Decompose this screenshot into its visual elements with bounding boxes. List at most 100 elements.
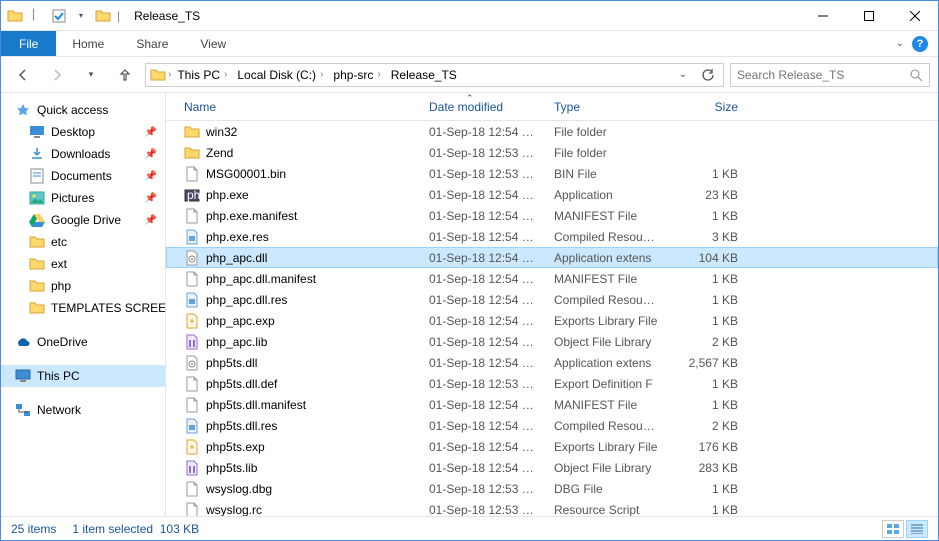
- gdrive-icon: [29, 212, 45, 228]
- file-name: php.exe.manifest: [206, 209, 297, 223]
- file-row[interactable]: php_apc.lib01-Sep-18 12:54 PMObject File…: [166, 331, 938, 352]
- column-name[interactable]: Name: [176, 100, 421, 114]
- sidebar-item-label: etc: [51, 235, 67, 249]
- file-date: 01-Sep-18 12:53 PM: [421, 482, 546, 496]
- network-icon: [15, 402, 31, 418]
- pictures-icon: [29, 190, 45, 206]
- file-icon: [184, 208, 200, 224]
- search-input[interactable]: [737, 68, 903, 82]
- sidebar-item-pictures[interactable]: Pictures📌: [1, 187, 165, 209]
- sidebar-item-downloads[interactable]: Downloads📌: [1, 143, 165, 165]
- file-date: 01-Sep-18 12:54 PM: [421, 230, 546, 244]
- forward-button[interactable]: [43, 61, 71, 89]
- column-date[interactable]: Date modified: [421, 100, 546, 114]
- maximize-button[interactable]: [846, 1, 892, 31]
- file-date: 01-Sep-18 12:54 PM: [421, 461, 546, 475]
- sidebar-item-google-drive[interactable]: Google Drive📌: [1, 209, 165, 231]
- sidebar-item-etc[interactable]: etc: [1, 231, 165, 253]
- sidebar-item-label: Pictures: [51, 191, 94, 205]
- file-type: DBG File: [546, 482, 666, 496]
- search-icon[interactable]: [909, 68, 923, 82]
- sidebar-onedrive[interactable]: OneDrive: [1, 331, 165, 353]
- navbar: ▾ › This PC› Local Disk (C:)› php-src› R…: [1, 57, 938, 93]
- breadcrumb-item[interactable]: Release_TS: [387, 64, 461, 86]
- ribbon-expand-icon[interactable]: ⌄: [896, 38, 904, 49]
- help-icon[interactable]: ?: [912, 36, 928, 52]
- file-row[interactable]: php_apc.exp01-Sep-18 12:54 PMExports Lib…: [166, 310, 938, 331]
- breadcrumb-item[interactable]: Local Disk (C:)›: [233, 64, 327, 86]
- file-row[interactable]: wsyslog.rc01-Sep-18 12:53 PMResource Scr…: [166, 499, 938, 516]
- properties-check-icon[interactable]: [51, 8, 67, 24]
- file-row[interactable]: php5ts.dll.res01-Sep-18 12:54 PMCompiled…: [166, 415, 938, 436]
- tab-view[interactable]: View: [184, 31, 242, 56]
- file-date: 01-Sep-18 12:53 PM: [421, 146, 546, 160]
- tab-share[interactable]: Share: [120, 31, 184, 56]
- sidebar-item-documents[interactable]: Documents📌: [1, 165, 165, 187]
- view-thumbnails-button[interactable]: [882, 520, 904, 538]
- file-list[interactable]: ⌃ Name Date modified Type Size win3201-S…: [166, 93, 938, 516]
- file-row[interactable]: phpphp.exe01-Sep-18 12:54 PMApplication2…: [166, 184, 938, 205]
- desktop-icon: [29, 124, 45, 140]
- file-size: 1 KB: [666, 398, 746, 412]
- file-row[interactable]: php.exe.manifest 01-Sep-18 12:54 PMMANIFE…: [166, 205, 938, 226]
- sidebar-quick-access[interactable]: Quick access: [1, 99, 165, 121]
- file-name: wsyslog.rc: [206, 503, 262, 517]
- file-row[interactable]: php.exe.res01-Sep-18 12:54 PMCompiled Re…: [166, 226, 938, 247]
- file-row[interactable]: Zend01-Sep-18 12:53 PMFile folder: [166, 142, 938, 163]
- file-row[interactable]: php5ts.dll.def01-Sep-18 12:53 PMExport D…: [166, 373, 938, 394]
- column-type[interactable]: Type: [546, 100, 666, 114]
- address-bar[interactable]: › This PC› Local Disk (C:)› php-src› Rel…: [145, 63, 724, 87]
- tab-file[interactable]: File: [1, 31, 56, 56]
- file-name: php5ts.dll.res: [206, 419, 277, 433]
- file-icon: [184, 502, 200, 517]
- sidebar-this-pc[interactable]: This PC: [1, 365, 165, 387]
- close-button[interactable]: [892, 1, 938, 31]
- file-icon: [184, 166, 200, 182]
- file-name: php5ts.dll.manifest: [206, 398, 306, 412]
- tab-home[interactable]: Home: [56, 31, 120, 56]
- up-button[interactable]: [111, 61, 139, 89]
- file-name: win32: [206, 125, 237, 139]
- file-date: 01-Sep-18 12:54 PM: [421, 209, 546, 223]
- back-button[interactable]: [9, 61, 37, 89]
- file-name: Zend: [206, 146, 233, 160]
- recent-dropdown-icon[interactable]: ▾: [77, 61, 105, 89]
- qat-dropdown-icon[interactable]: ▾: [73, 8, 89, 24]
- file-type: Exports Library File: [546, 440, 666, 454]
- file-date: 01-Sep-18 12:53 PM: [421, 167, 546, 181]
- minimize-button[interactable]: [800, 1, 846, 31]
- sidebar-item-desktop[interactable]: Desktop📌: [1, 121, 165, 143]
- sidebar-network[interactable]: Network: [1, 399, 165, 421]
- file-row[interactable]: php_apc.dll.res01-Sep-18 12:54 PMCompile…: [166, 289, 938, 310]
- file-row[interactable]: php_apc.dll.manifest01-Sep-18 12:54 PMMA…: [166, 268, 938, 289]
- file-row[interactable]: php5ts.lib01-Sep-18 12:54 PMObject File …: [166, 457, 938, 478]
- file-name: MSG00001.bin: [206, 167, 286, 181]
- file-type: Compiled Resourc...: [546, 419, 666, 433]
- file-row[interactable]: win3201-Sep-18 12:54 PMFile folder: [166, 121, 938, 142]
- sidebar-item-templates-screen[interactable]: TEMPLATES SCREEN: [1, 297, 165, 319]
- content-area: Quick access Desktop📌Downloads📌Documents…: [1, 93, 938, 516]
- file-date: 01-Sep-18 12:54 PM: [421, 251, 546, 265]
- sidebar-item-ext[interactable]: ext: [1, 253, 165, 275]
- refresh-icon[interactable]: [697, 68, 719, 82]
- address-dropdown-icon[interactable]: ⌄: [673, 69, 693, 80]
- file-row[interactable]: php5ts.exp01-Sep-18 12:54 PMExports Libr…: [166, 436, 938, 457]
- breadcrumb-item[interactable]: php-src›: [329, 64, 384, 86]
- file-size: 1 KB: [666, 377, 746, 391]
- address-folder-icon: [150, 67, 166, 83]
- breadcrumb-item[interactable]: This PC›: [173, 64, 231, 86]
- file-row[interactable]: php5ts.dll.manifest01-Sep-18 12:54 PMMAN…: [166, 394, 938, 415]
- file-row[interactable]: php5ts.dll01-Sep-18 12:54 PMApplication …: [166, 352, 938, 373]
- file-row[interactable]: php_apc.dll01-Sep-18 12:54 PMApplication…: [166, 247, 938, 268]
- file-row[interactable]: wsyslog.dbg01-Sep-18 12:53 PMDBG File1 K…: [166, 478, 938, 499]
- file-name: php_apc.dll.res: [206, 293, 287, 307]
- sidebar-item-php[interactable]: php: [1, 275, 165, 297]
- column-size[interactable]: Size: [666, 100, 746, 114]
- chevron-right-icon[interactable]: ›: [168, 69, 171, 80]
- view-details-button[interactable]: [906, 520, 928, 538]
- nav-pane: Quick access Desktop📌Downloads📌Documents…: [1, 93, 166, 516]
- search-box[interactable]: [730, 63, 930, 87]
- file-size: 104 KB: [666, 251, 746, 265]
- file-type: MANIFEST File: [546, 209, 666, 223]
- file-row[interactable]: MSG00001.bin01-Sep-18 12:53 PMBIN File1 …: [166, 163, 938, 184]
